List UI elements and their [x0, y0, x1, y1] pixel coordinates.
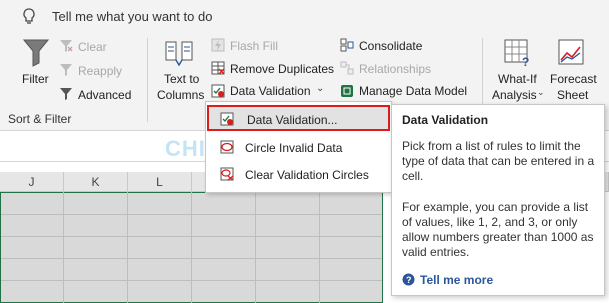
- data-validation-button[interactable]: Data Validation: [230, 84, 311, 98]
- tell-me-bar[interactable]: Tell me what you want to do: [0, 0, 609, 32]
- column-header-k[interactable]: K: [64, 172, 128, 192]
- tooltip-title: Data Validation: [402, 113, 489, 127]
- circle-invalid-icon: [220, 140, 234, 154]
- filter-button[interactable]: Filter: [22, 72, 49, 86]
- lightbulb-icon: [23, 8, 35, 24]
- menu-item-clear-validation-circles[interactable]: Clear Validation Circles: [207, 162, 390, 188]
- remove-duplicates-icon: [211, 61, 225, 75]
- text-to-columns-icon[interactable]: [164, 38, 196, 68]
- menu-item-label: Circle Invalid Data: [245, 141, 343, 155]
- clear-circles-icon: [220, 167, 234, 181]
- flash-fill-icon: [211, 38, 225, 52]
- flash-fill-button[interactable]: Flash Fill: [230, 39, 278, 53]
- data-validation-tooltip: Data Validation Pick from a list of rule…: [391, 104, 605, 296]
- tooltip-description: Pick from a list of rules to limit the t…: [402, 139, 595, 183]
- column-header-j[interactable]: J: [0, 172, 64, 192]
- relationships-icon: [340, 61, 354, 75]
- filter-icon[interactable]: [22, 38, 50, 68]
- relationships-button[interactable]: Relationships: [359, 62, 431, 76]
- group-separator: [147, 38, 148, 122]
- advanced-filter-icon: [60, 88, 72, 100]
- forecast-line1[interactable]: Forecast: [550, 72, 597, 86]
- clear-button[interactable]: Clear: [78, 40, 107, 54]
- tell-me-more-link[interactable]: ? Tell me more: [402, 273, 493, 287]
- clear-filter-icon: [60, 40, 73, 52]
- menu-item-label: Data Validation...: [247, 113, 338, 127]
- tooltip-example: For example, you can provide a list of v…: [402, 200, 594, 259]
- data-validation-icon: [211, 84, 225, 98]
- consolidate-button[interactable]: Consolidate: [359, 39, 422, 53]
- help-icon: ?: [402, 273, 415, 286]
- forecast-line2[interactable]: Sheet: [557, 88, 588, 102]
- data-validation-icon: [220, 112, 234, 126]
- svg-text:?: ?: [522, 55, 529, 68]
- text-to-columns-line2[interactable]: Columns: [157, 88, 204, 102]
- menu-item-circle-invalid-data[interactable]: Circle Invalid Data: [207, 135, 390, 161]
- range-column-lines: [0, 192, 383, 303]
- data-validation-menu: Data Validation... Circle Invalid Data C…: [205, 101, 392, 193]
- text-to-columns-line1[interactable]: Text to: [164, 72, 199, 86]
- chevron-down-icon[interactable]: ⌄: [316, 83, 324, 94]
- advanced-button[interactable]: Advanced: [78, 88, 131, 102]
- what-if-analysis-icon[interactable]: ?: [503, 38, 533, 68]
- menu-item-data-validation[interactable]: Data Validation...: [207, 105, 390, 131]
- tell-me-text[interactable]: Tell me what you want to do: [52, 9, 212, 24]
- reapply-button[interactable]: Reapply: [78, 64, 122, 78]
- chevron-down-icon[interactable]: ⌄: [537, 87, 545, 98]
- forecast-sheet-icon[interactable]: [557, 38, 587, 68]
- column-header-l[interactable]: L: [128, 172, 192, 192]
- manage-data-model-button[interactable]: Manage Data Model: [359, 84, 467, 98]
- what-if-line1[interactable]: What-If: [498, 72, 537, 86]
- consolidate-icon: [340, 38, 354, 52]
- remove-duplicates-button[interactable]: Remove Duplicates: [230, 62, 334, 76]
- sort-filter-group-label: Sort & Filter: [8, 112, 72, 126]
- tell-me-more-label: Tell me more: [420, 273, 494, 287]
- what-if-line2[interactable]: Analysis: [492, 88, 537, 102]
- manage-data-model-icon: [341, 85, 353, 97]
- menu-item-label: Clear Validation Circles: [245, 168, 369, 182]
- svg-text:?: ?: [406, 275, 412, 285]
- reapply-icon: [60, 64, 72, 76]
